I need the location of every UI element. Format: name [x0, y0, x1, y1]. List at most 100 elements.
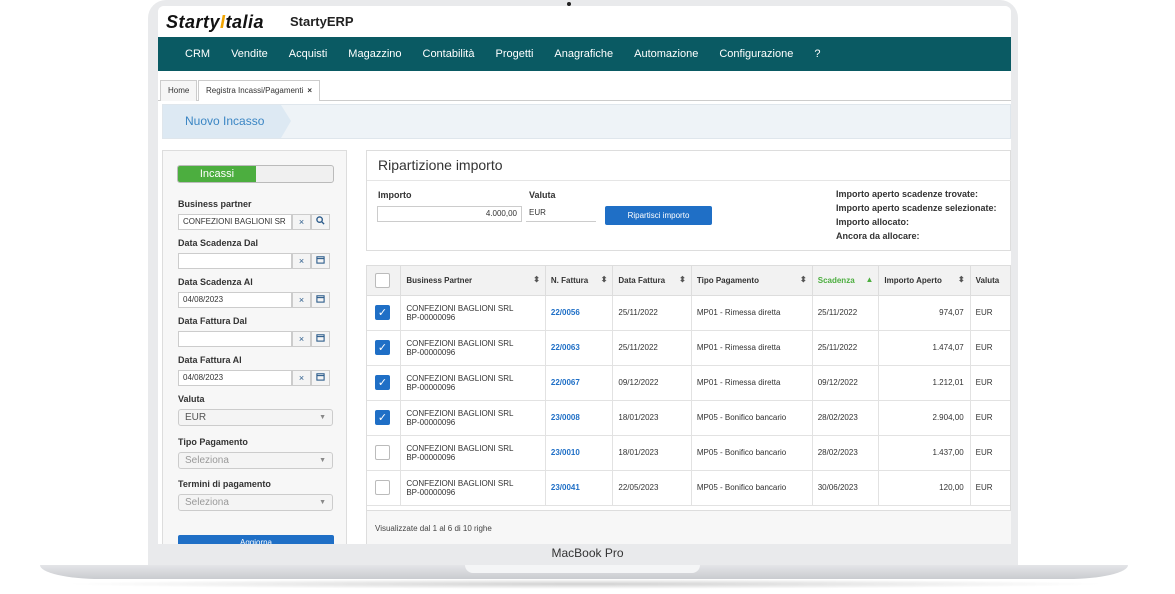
valuta-input[interactable]: EUR: [526, 206, 596, 222]
select-all-header[interactable]: [367, 266, 402, 296]
toggle-incassi[interactable]: Incassi: [178, 166, 256, 182]
select-all-checkbox[interactable]: [375, 272, 390, 288]
sort-icon[interactable]: ⬍: [800, 275, 807, 284]
calendar-icon[interactable]: [311, 292, 330, 308]
termini-pagamento-select[interactable]: Seleziona ▼: [178, 494, 333, 511]
cell-n-fattura[interactable]: 23/0041: [545, 470, 614, 506]
nav-item-progetti[interactable]: Progetti: [495, 48, 533, 60]
table-row[interactable]: ✓ CONFEZIONI BAGLIONI SRL BP-00000096 22/00…: [367, 330, 1010, 366]
table-row[interactable]: ✓ CONFEZIONI BAGLIONI SRL BP-00000096 23/00…: [367, 400, 1010, 436]
table-row[interactable]: CONFEZIONI BAGLIONI SRL BP-00000096 23/004…: [367, 470, 1010, 506]
business-partner-label: Business partner: [178, 199, 252, 209]
cell-n-fattura[interactable]: 22/0056: [545, 295, 614, 331]
row-select-cell[interactable]: [367, 470, 402, 506]
row-select-cell[interactable]: ✓: [367, 330, 402, 366]
ripartisci-importo-button[interactable]: Ripartisci importo: [605, 206, 712, 225]
column-tipo-pagamento[interactable]: Tipo Pagamento ⬍: [691, 266, 813, 296]
cell-valuta: EUR: [970, 400, 1010, 436]
nav-item-magazzino[interactable]: Magazzino: [348, 48, 401, 60]
incassi-pagamenti-toggle[interactable]: Incassi: [177, 165, 334, 183]
column-importo-aperto[interactable]: Importo Aperto ⬍: [878, 266, 971, 296]
clear-icon[interactable]: ×: [292, 214, 311, 230]
partner-name: CONFEZIONI BAGLIONI SRL: [406, 443, 514, 453]
cell-n-fattura[interactable]: 23/0008: [545, 400, 614, 436]
tab-registra[interactable]: Registra Incassi/Pagamenti ×: [198, 80, 321, 101]
data-fattura-dal-input[interactable]: [178, 331, 292, 347]
partner-name: CONFEZIONI BAGLIONI SRL: [406, 478, 514, 488]
nav-item-acquisti[interactable]: Acquisti: [289, 48, 328, 60]
row-checkbox[interactable]: ✓: [375, 305, 390, 320]
clear-icon[interactable]: ×: [292, 331, 311, 347]
column-business-partner[interactable]: Business Partner ⬍: [400, 266, 546, 296]
sort-asc-icon[interactable]: ▲: [865, 275, 873, 284]
allocation-summary: Importo aperto scadenze trovate: Importo…: [836, 187, 997, 243]
row-checkbox[interactable]: ✓: [375, 375, 390, 390]
aggiorna-button[interactable]: Aggiorna: [178, 535, 334, 544]
cell-n-fattura[interactable]: 22/0063: [545, 330, 614, 366]
chevron-down-icon: ▼: [319, 414, 326, 421]
row-checkbox[interactable]: [375, 480, 390, 495]
row-checkbox[interactable]: ✓: [375, 340, 390, 355]
data-scadenza-al-input[interactable]: 04/08/2023: [178, 292, 292, 308]
nav-item-anagrafiche[interactable]: Anagrafiche: [554, 48, 613, 60]
calendar-icon[interactable]: [311, 331, 330, 347]
sort-icon[interactable]: ⬍: [958, 275, 965, 284]
business-partner-input[interactable]: CONFEZIONI BAGLIONI SR: [178, 214, 292, 230]
table-row[interactable]: ✓ CONFEZIONI BAGLIONI SRL BP-00000096 22/00…: [367, 365, 1010, 401]
breadcrumb[interactable]: Nuovo Incasso: [163, 105, 291, 138]
cell-scadenza: 25/11/2022: [812, 295, 880, 331]
data-fattura-al-label: Data Fattura Al: [178, 355, 242, 365]
row-checkbox[interactable]: [375, 445, 390, 460]
search-icon[interactable]: [311, 214, 330, 230]
laptop-notch: [465, 565, 700, 573]
app-logo[interactable]: StartyItalia: [166, 12, 264, 33]
row-checkbox[interactable]: ✓: [375, 410, 390, 425]
cell-importo-aperto: 120,00: [878, 470, 971, 506]
nav-item-crm[interactable]: CRM: [185, 48, 210, 60]
column-data-fattura[interactable]: Data Fattura ⬍: [612, 266, 692, 296]
filter-panel: Incassi Business partner CONFEZIONI BAGL…: [162, 150, 347, 544]
row-select-cell[interactable]: ✓: [367, 400, 402, 436]
app-header: StartyItalia StartyERP: [158, 6, 1011, 37]
cell-n-fattura[interactable]: 23/0010: [545, 435, 614, 471]
partner-name: CONFEZIONI BAGLIONI SRL: [406, 408, 514, 418]
clear-icon[interactable]: ×: [292, 292, 311, 308]
nav-item-vendite[interactable]: Vendite: [231, 48, 268, 60]
grid-body: ✓ CONFEZIONI BAGLIONI SRL BP-00000096 22/00…: [367, 295, 1010, 506]
calendar-icon[interactable]: [311, 253, 330, 269]
column-n-fattura[interactable]: N. Fattura ⬍: [545, 266, 614, 296]
table-row[interactable]: ✓ CONFEZIONI BAGLIONI SRL BP-00000096 22/00…: [367, 295, 1010, 331]
cell-valuta: EUR: [970, 470, 1010, 506]
data-scadenza-al-label: Data Scadenza Al: [178, 277, 253, 287]
nav-item-configurazione[interactable]: Configurazione: [719, 48, 793, 60]
cell-business-partner: CONFEZIONI BAGLIONI SRL BP-00000096: [400, 435, 546, 471]
importo-input[interactable]: 4.000,00: [377, 206, 522, 222]
data-fattura-al-input[interactable]: 04/08/2023: [178, 370, 292, 386]
cell-business-partner: CONFEZIONI BAGLIONI SRL BP-00000096: [400, 365, 546, 401]
sort-icon[interactable]: ⬍: [601, 275, 608, 284]
column-valuta[interactable]: Valuta: [970, 266, 1010, 296]
table-row[interactable]: CONFEZIONI BAGLIONI SRL BP-00000096 23/001…: [367, 435, 1010, 471]
row-select-cell[interactable]: [367, 435, 402, 471]
sort-icon[interactable]: ⬍: [533, 275, 540, 284]
row-select-cell[interactable]: ✓: [367, 365, 402, 401]
breadcrumb-bar: Nuovo Incasso: [162, 104, 1011, 139]
tab-home[interactable]: Home: [160, 80, 198, 101]
cell-business-partner: CONFEZIONI BAGLIONI SRL BP-00000096: [400, 400, 546, 436]
cell-n-fattura[interactable]: 22/0067: [545, 365, 614, 401]
column-scadenza[interactable]: Scadenza ▲: [812, 266, 880, 296]
nav-item-help[interactable]: ?: [814, 48, 820, 60]
clear-icon[interactable]: ×: [292, 253, 311, 269]
calendar-icon[interactable]: [311, 370, 330, 386]
data-scadenza-dal-label: Data Scadenza Dal: [178, 238, 259, 248]
cell-importo-aperto: 2.904,00: [878, 400, 971, 436]
nav-item-contabilita[interactable]: Contabilità: [423, 48, 475, 60]
valuta-select[interactable]: EUR ▼: [178, 409, 333, 426]
data-scadenza-dal-input[interactable]: [178, 253, 292, 269]
close-icon[interactable]: ×: [307, 86, 312, 95]
tipo-pagamento-select[interactable]: Seleziona ▼: [178, 452, 333, 469]
clear-icon[interactable]: ×: [292, 370, 311, 386]
sort-icon[interactable]: ⬍: [679, 275, 686, 284]
row-select-cell[interactable]: ✓: [367, 295, 402, 331]
nav-item-automazione[interactable]: Automazione: [634, 48, 698, 60]
